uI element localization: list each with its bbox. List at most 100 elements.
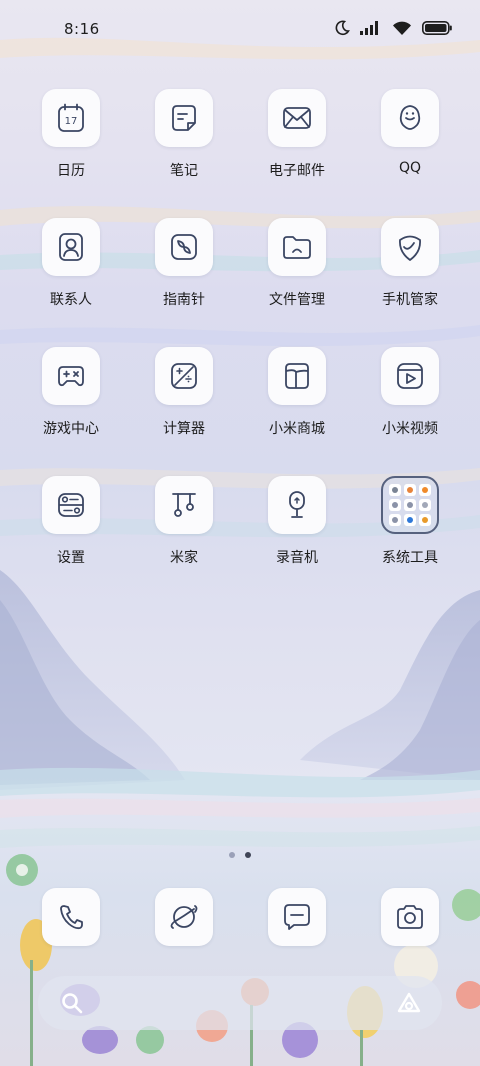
battery-icon bbox=[422, 21, 452, 35]
app-calendar-tile[interactable]: 17 bbox=[42, 89, 100, 147]
app-recorder[interactable]: 录音机 bbox=[241, 476, 353, 567]
status-time: 8:16 bbox=[64, 20, 100, 38]
page-dot[interactable] bbox=[229, 852, 235, 858]
folder-mini-app-icon bbox=[389, 514, 401, 526]
app-compass[interactable]: 指南针 bbox=[128, 218, 240, 309]
folder-mini-app-glyph bbox=[407, 502, 413, 508]
app-file-manager[interactable]: 文件管理 bbox=[241, 218, 353, 309]
app-compass-tile[interactable] bbox=[155, 218, 213, 276]
settings-toggle-icon bbox=[58, 493, 84, 517]
folder-mini-app-glyph bbox=[422, 502, 428, 508]
camera-icon bbox=[397, 905, 423, 929]
qq-penguin-icon bbox=[399, 105, 421, 130]
calendar-icon: 17 bbox=[58, 103, 84, 132]
app-mail-tile[interactable] bbox=[268, 89, 326, 147]
search-button[interactable] bbox=[60, 991, 84, 1019]
folder-mini-app-glyph bbox=[422, 487, 428, 493]
app-label: 手机管家 bbox=[382, 292, 438, 308]
folder-mini-app-icon bbox=[419, 484, 431, 496]
app-game-center[interactable]: 游戏中心 bbox=[15, 347, 127, 438]
app-label: 联系人 bbox=[50, 292, 92, 308]
app-settings[interactable]: 设置 bbox=[15, 476, 127, 567]
status-bar: 8:16 bbox=[0, 0, 480, 60]
app-label: 计算器 bbox=[163, 421, 205, 437]
app-security-tile[interactable] bbox=[381, 218, 439, 276]
app-label: 指南针 bbox=[163, 292, 205, 308]
calculator-icon bbox=[171, 363, 197, 389]
app-qq-tile[interactable] bbox=[381, 89, 439, 147]
app-qq[interactable]: QQ bbox=[354, 89, 466, 176]
folder-mini-app-icon bbox=[419, 514, 431, 526]
app-label: 录音机 bbox=[276, 550, 318, 566]
app-label: 小米商城 bbox=[269, 421, 325, 437]
app-contacts[interactable]: 联系人 bbox=[15, 218, 127, 309]
app-label: 游戏中心 bbox=[43, 421, 99, 437]
app-mi-video-tile[interactable] bbox=[381, 347, 439, 405]
app-mail[interactable]: 电子邮件 bbox=[241, 89, 353, 180]
app-label: QQ bbox=[398, 160, 422, 176]
app-label: 日历 bbox=[57, 163, 85, 179]
gamepad-icon bbox=[58, 366, 84, 387]
notes-icon bbox=[172, 105, 196, 131]
phone-icon bbox=[60, 905, 83, 930]
app-mijia[interactable]: 米家 bbox=[128, 476, 240, 567]
folder-mini-app-glyph bbox=[392, 502, 398, 508]
app-label: 笔记 bbox=[170, 163, 198, 179]
search-icon bbox=[62, 993, 83, 1014]
calendar-day: 17 bbox=[65, 116, 78, 127]
folder-mini-app-icon bbox=[419, 499, 431, 511]
app-game-center-tile[interactable] bbox=[42, 347, 100, 405]
compass-icon bbox=[171, 234, 197, 260]
app-label: 电子邮件 bbox=[269, 163, 325, 179]
assistant-button[interactable] bbox=[396, 992, 422, 1018]
app-mi-store[interactable]: 小米商城 bbox=[241, 347, 353, 438]
mi-store-icon bbox=[285, 363, 309, 389]
app-calculator-tile[interactable] bbox=[155, 347, 213, 405]
app-mi-store-tile[interactable] bbox=[268, 347, 326, 405]
app-label: 小米视频 bbox=[382, 421, 438, 437]
shield-icon bbox=[399, 235, 421, 261]
dock-phone[interactable] bbox=[42, 888, 100, 946]
wifi-icon bbox=[393, 21, 411, 35]
app-folder-system-tools[interactable]: 系统工具 bbox=[354, 476, 466, 567]
app-label: 系统工具 bbox=[382, 550, 438, 566]
folder-mini-app-glyph bbox=[392, 517, 398, 523]
app-label: 设置 bbox=[57, 550, 85, 566]
mail-icon bbox=[283, 107, 311, 129]
folder-mini-app-icon bbox=[389, 484, 401, 496]
folder-mini-app-glyph bbox=[422, 517, 428, 523]
folder-mini-app-glyph bbox=[407, 517, 413, 523]
folder-mini-app-glyph bbox=[392, 487, 398, 493]
app-notes[interactable]: 笔记 bbox=[128, 89, 240, 180]
app-label: 文件管理 bbox=[269, 292, 325, 308]
page-indicator[interactable] bbox=[0, 852, 480, 858]
app-notes-tile[interactable] bbox=[155, 89, 213, 147]
folder-system-tools-tile[interactable] bbox=[381, 476, 439, 534]
folder-mini-app-icon bbox=[389, 499, 401, 511]
app-security[interactable]: 手机管家 bbox=[354, 218, 466, 309]
app-file-manager-tile[interactable] bbox=[268, 218, 326, 276]
dock-messages[interactable] bbox=[268, 888, 326, 946]
dock-camera[interactable] bbox=[381, 888, 439, 946]
app-label: 米家 bbox=[170, 550, 198, 566]
browser-planet-icon bbox=[170, 905, 198, 929]
page-dot-active[interactable] bbox=[245, 852, 251, 858]
app-settings-tile[interactable] bbox=[42, 476, 100, 534]
app-calendar[interactable]: 17 日历 bbox=[15, 89, 127, 180]
folder-mini-app-icon bbox=[404, 499, 416, 511]
video-play-icon bbox=[397, 363, 423, 389]
moon-icon bbox=[335, 20, 350, 36]
app-calculator[interactable]: 计算器 bbox=[128, 347, 240, 438]
mijia-icon bbox=[172, 493, 196, 517]
app-mi-video[interactable]: 小米视频 bbox=[354, 347, 466, 438]
app-recorder-tile[interactable] bbox=[268, 476, 326, 534]
search-bar[interactable] bbox=[38, 976, 442, 1030]
signal-icon bbox=[360, 21, 378, 35]
dock-browser[interactable] bbox=[155, 888, 213, 946]
app-contacts-tile[interactable] bbox=[42, 218, 100, 276]
app-mijia-tile[interactable] bbox=[155, 476, 213, 534]
folder-mini-app-glyph bbox=[407, 487, 413, 493]
microphone-icon bbox=[289, 491, 305, 518]
contact-icon bbox=[59, 233, 83, 261]
messages-icon bbox=[284, 904, 310, 930]
